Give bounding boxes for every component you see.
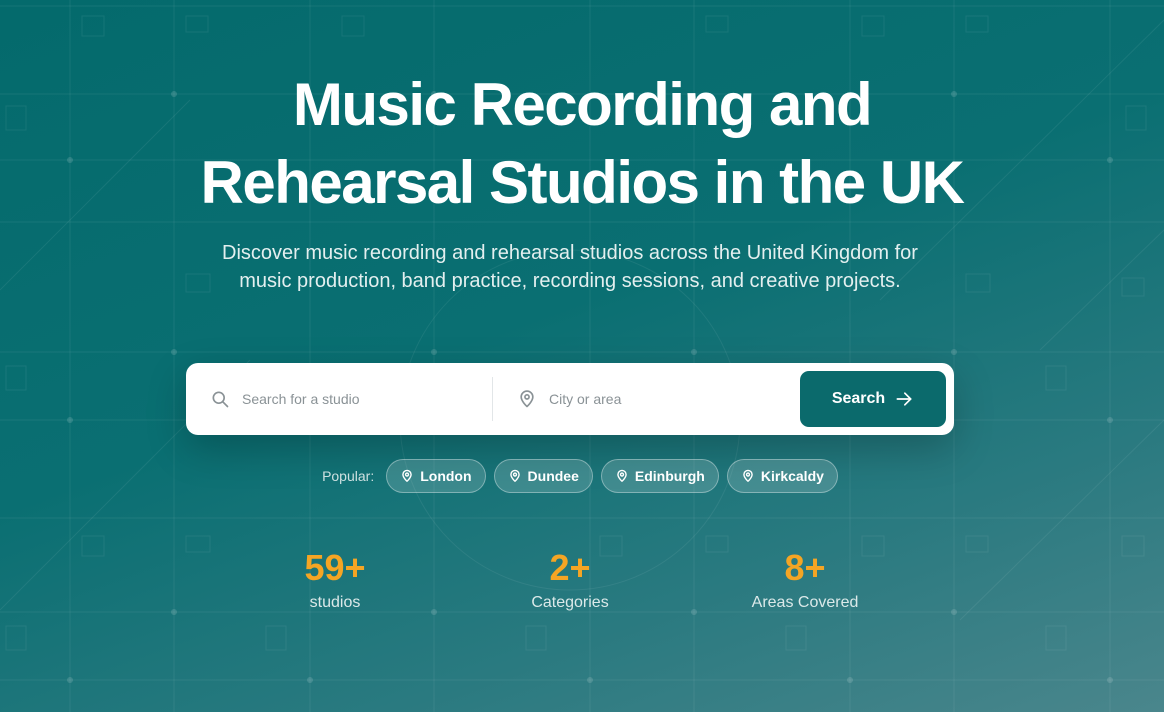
- page-title-line-2: Rehearsal Studios in the UK: [200, 149, 966, 216]
- map-pin-icon: [402, 469, 413, 482]
- page-title: Music Recording and Rehearsal Studios in…: [82, 66, 1082, 222]
- search-button[interactable]: Search: [800, 371, 946, 427]
- chip-label: Edinburgh: [634, 468, 705, 484]
- chip-label: Dundee: [527, 468, 579, 484]
- popular-label: Popular:: [322, 468, 375, 484]
- search-button-label: Search: [831, 390, 886, 407]
- popular-locations: Popular: London Dundee Edinburgh Kirkcal…: [0, 459, 1164, 493]
- search-icon: [212, 391, 229, 408]
- stat-areas-covered: 8+ Areas Covered: [695, 546, 915, 614]
- studio-search-field[interactable]: [186, 363, 492, 435]
- popular-chip-kirkcaldy[interactable]: Kirkcaldy: [726, 459, 838, 493]
- stat-value: 2+: [549, 547, 591, 588]
- map-pin-icon: [743, 469, 753, 482]
- stats-row: 59+ studios 2+ Categories 8+ Areas Cover…: [0, 546, 1164, 626]
- map-pin-icon: [520, 390, 534, 408]
- stat-value: 59+: [304, 547, 366, 588]
- chip-label: Kirkcaldy: [760, 468, 824, 484]
- page-title-line-1: Music Recording and: [292, 71, 873, 138]
- popular-chip-london[interactable]: London: [386, 459, 486, 493]
- chip-label: London: [420, 468, 472, 484]
- arrow-right-icon: [896, 392, 912, 406]
- studio-search-input[interactable]: [242, 391, 472, 407]
- map-pin-icon: [509, 469, 520, 482]
- hero-section: Music Recording and Rehearsal Studios in…: [0, 0, 1164, 712]
- location-input[interactable]: [549, 391, 779, 407]
- popular-chip-dundee[interactable]: Dundee: [493, 459, 593, 493]
- stat-label: Categories: [531, 594, 609, 611]
- hero-subtitle: Discover music recording and rehearsal s…: [222, 242, 918, 292]
- search-bar: Search: [186, 363, 954, 435]
- stat-value: 8+: [784, 547, 826, 588]
- stat-label: studios: [309, 594, 361, 611]
- location-field[interactable]: [493, 363, 793, 435]
- stat-categories: 2+ Categories: [460, 546, 680, 614]
- stat-studios: 59+ studios: [225, 546, 445, 614]
- popular-chip-edinburgh[interactable]: Edinburgh: [600, 459, 719, 493]
- map-pin-icon: [617, 469, 627, 482]
- stat-label: Areas Covered: [751, 594, 859, 611]
